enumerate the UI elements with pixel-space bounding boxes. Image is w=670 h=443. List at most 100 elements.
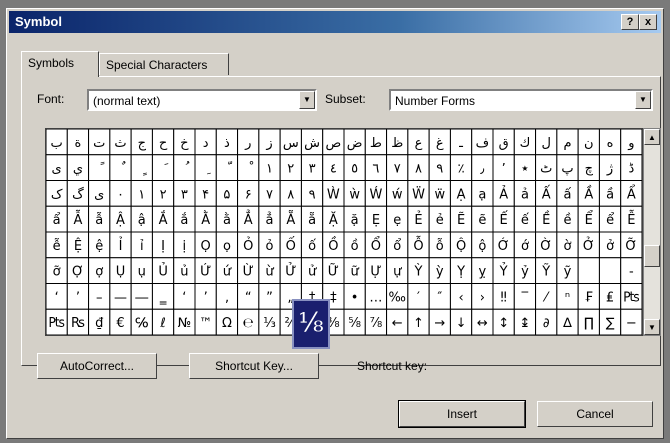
symbol-glyph[interactable]: ắ (180, 213, 188, 228)
symbol-glyph[interactable]: ″ (437, 290, 442, 305)
symbol-glyph[interactable]: Ỵ (456, 265, 465, 280)
tab-special-characters[interactable]: Special Characters (99, 53, 229, 75)
symbol-glyph[interactable]: ữ (351, 265, 360, 280)
symbol-glyph[interactable]: ٹ (540, 162, 552, 177)
symbol-glyph[interactable]: ẳ (266, 212, 274, 228)
symbol-glyph[interactable]: № (178, 316, 192, 331)
symbol-glyph[interactable]: Ẫ (73, 211, 82, 228)
symbol-glyph[interactable]: ‼ (500, 290, 506, 305)
symbol-glyph[interactable]: ẅ (434, 187, 445, 202)
symbol-glyph[interactable]: Ờ (540, 238, 552, 254)
symbol-glyph[interactable]: Ẁ (327, 186, 340, 202)
symbol-glyph[interactable]: ∆ (562, 316, 572, 331)
symbol-glyph[interactable]: ′ (417, 290, 420, 305)
symbol-glyph[interactable]: ₨ (71, 316, 85, 331)
symbol-glyph[interactable]: ٬ (502, 162, 506, 177)
symbol-glyph[interactable]: ژ (606, 162, 613, 177)
symbol-glyph[interactable]: ‐ (629, 265, 634, 280)
symbol-glyph[interactable]: Ễ (627, 211, 635, 228)
symbol-glyph[interactable]: ‗ (159, 290, 167, 305)
symbol-glyph[interactable]: ۶ (245, 187, 252, 202)
symbol-glyph[interactable]: “ (245, 290, 252, 305)
symbol-glyph[interactable]: ٨ (415, 162, 422, 177)
subset-select[interactable]: Number Forms ▼ (389, 89, 653, 111)
symbol-glyph[interactable]: خ (180, 136, 189, 151)
symbol-glyph[interactable]: ‰ (388, 290, 405, 305)
symbol-glyph[interactable]: Ẹ (372, 213, 380, 228)
symbol-glyph[interactable]: پ (561, 162, 573, 177)
symbol-glyph[interactable]: ڈ (628, 162, 634, 177)
symbol-glyph[interactable]: ề (564, 213, 572, 228)
symbol-glyph[interactable]: Ầ (584, 185, 593, 202)
close-button[interactable]: x (639, 14, 657, 30)
symbol-glyph[interactable]: Ặ (329, 212, 338, 228)
symbol-glyph[interactable]: ℮ (243, 316, 254, 331)
symbol-glyph[interactable]: ↔ (477, 316, 488, 331)
symbol-glyph[interactable]: Ố (286, 237, 296, 254)
symbol-glyph[interactable]: ỗ (436, 239, 444, 254)
symbol-glyph[interactable]: ủ (180, 265, 188, 280)
symbol-glyph[interactable]: ی (94, 187, 104, 202)
symbol-glyph[interactable]: ℅ (135, 316, 148, 331)
symbol-glyph[interactable]: ạ (478, 187, 486, 202)
symbol-glyph[interactable]: Ử (285, 263, 296, 280)
symbol-glyph[interactable]: د (203, 136, 209, 151)
symbol-glyph[interactable]: ص (325, 136, 341, 151)
symbol-glyph[interactable]: Ẃ (369, 186, 382, 202)
symbol-glyph[interactable]: Ộ (456, 238, 466, 254)
help-button[interactable]: ? (621, 14, 639, 30)
symbol-glyph[interactable]: ’ (204, 290, 208, 305)
symbol-glyph[interactable]: ج (138, 136, 147, 151)
symbol-glyph[interactable]: ه (607, 136, 614, 151)
symbol-glyph[interactable]: Ữ (328, 264, 339, 280)
symbol-glyph[interactable]: ’ (76, 290, 80, 305)
symbol-glyph[interactable]: Ủ (158, 263, 168, 280)
symbol-glyph[interactable]: ₫ (95, 316, 104, 331)
symbol-glyph[interactable]: ℓ (159, 316, 165, 331)
symbol-glyph[interactable]: ⅞ (370, 316, 383, 331)
symbol-glyph[interactable]: ả (521, 187, 529, 202)
symbol-glyph[interactable]: ۹ (309, 187, 316, 202)
tab-symbols[interactable]: Symbols (21, 51, 99, 77)
symbol-glyph[interactable]: Ừ (243, 264, 254, 280)
symbol-glyph[interactable]: ẻ (436, 213, 444, 228)
symbol-glyph[interactable]: ụ (138, 265, 146, 280)
symbol-glyph[interactable]: ۳ (181, 187, 188, 202)
symbol-glyph[interactable]: ٧ (394, 162, 401, 177)
grid-scrollbar[interactable]: ▲ ▼ (643, 128, 661, 336)
symbol-glyph[interactable]: ⅝ (348, 316, 361, 331)
insert-button[interactable]: Insert (398, 400, 526, 428)
symbol-glyph[interactable]: ي (73, 162, 83, 177)
symbol-glyph[interactable]: ™ (199, 316, 212, 331)
symbol-glyph[interactable]: Ấ (542, 185, 551, 202)
symbol-glyph[interactable]: ứ (223, 265, 232, 280)
symbol-glyph[interactable]: ↓ (456, 316, 467, 331)
symbol-glyph[interactable]: ừ (265, 265, 274, 280)
symbol-glyph[interactable]: – (96, 290, 103, 305)
symbol-glyph[interactable]: ۲ (160, 187, 167, 202)
symbol-glyph[interactable]: Ổ (371, 237, 381, 254)
symbol-glyph[interactable]: ـ (458, 136, 463, 151)
symbol-glyph[interactable]: ة (75, 136, 82, 151)
symbol-glyph[interactable]: ộ (478, 239, 486, 254)
symbol-glyph[interactable]: ỏ (266, 239, 274, 254)
symbol-glyph[interactable]: ش (304, 136, 320, 151)
symbol-glyph[interactable]: ∑ (606, 316, 615, 331)
symbol-glyph[interactable]: ك (520, 136, 531, 151)
symbol-glyph[interactable]: ‹ (458, 290, 463, 305)
symbol-glyph[interactable]: ۱ (138, 187, 145, 202)
symbol-cell[interactable] (109, 154, 132, 181)
symbol-glyph[interactable]: ظ (391, 136, 403, 151)
symbol-glyph[interactable]: ٦ (372, 162, 379, 177)
symbol-glyph[interactable]: ồ (351, 239, 359, 254)
symbol-glyph[interactable]: ẹ (393, 213, 401, 228)
symbol-glyph[interactable]: ح (159, 136, 168, 151)
symbol-glyph[interactable]: ₧ (48, 316, 65, 331)
symbol-glyph[interactable]: € (116, 316, 124, 331)
symbol-glyph[interactable]: ể (606, 213, 614, 228)
symbol-glyph[interactable]: Ẵ (286, 211, 295, 228)
symbol-glyph[interactable]: Ự (370, 265, 381, 280)
symbol-glyph[interactable]: Ỉ (119, 237, 123, 254)
symbol-glyph[interactable]: ↕ (498, 316, 509, 331)
symbol-glyph[interactable]: ỵ (479, 265, 487, 280)
